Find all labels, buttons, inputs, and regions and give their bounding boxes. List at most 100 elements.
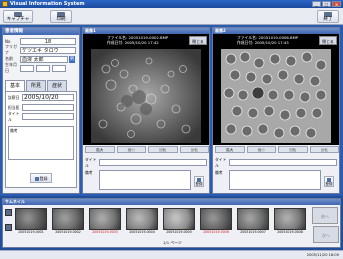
folder-icon[interactable] [5,209,12,216]
exit-button[interactable]: 終了 [317,10,339,23]
image1-flip-button[interactable]: 反転 [179,146,209,153]
notes-label: 備考 [10,128,18,133]
image2-register-button[interactable]: 登録 [324,176,334,187]
gender-badge[interactable]: 男 [69,55,75,63]
patient-panel-title: 患者情報 [3,28,79,35]
maximize-button[interactable]: □ [322,1,331,7]
thumbnail-image [237,208,269,230]
thumbnail-item[interactable]: 20051019-0004 [126,208,158,235]
image2-flip-button[interactable]: 反転 [309,146,339,153]
thumbnail-image [15,208,47,230]
print-button[interactable]: 印刷 [50,10,72,23]
thumbnail-item[interactable]: 20051019-0002 [52,208,84,235]
image2-title-field[interactable] [229,159,337,166]
thumbnail-image [274,208,306,230]
status-bar: 2005/11/20 18:00 [0,250,343,259]
image1-created: 2005/10/20 17:42 [124,40,159,45]
image2-notes-label: 備考 [215,170,223,175]
thumbnail-image [89,208,121,230]
image1-notes-field[interactable] [99,170,191,190]
dob-label: 生年月日 [5,62,17,73]
tab-symptoms[interactable]: 症状 [47,80,67,91]
app-icon [2,1,8,7]
tab-body: 診察日 2005/10/20 担当医 タイトル 備考 登録 [5,91,77,188]
thumbnail-list: 20051019-0001 20051019-0002 20051019-0003 2… [15,208,306,235]
thumbnail-image [163,208,195,230]
image1-controls: 拡大 縮小 回転 反転 [83,146,209,154]
image2-close-button[interactable]: 閉じる [319,36,337,45]
thumbnail-image [52,208,84,230]
micrograph-image-2 [221,49,331,143]
visit-date-label: 診察日 [8,94,20,100]
thumbnail-item[interactable]: 20051019-0003 [89,208,121,235]
thumbnail-image [126,208,158,230]
image2-title-label: タイトル [215,156,227,168]
image1-title-field[interactable] [99,159,207,166]
thumbnail-panel-title: サムネイル [3,199,340,205]
thumbnail-caption: 20051019-0004 [129,230,155,234]
dob-year-field[interactable] [20,64,34,72]
thumbnail-caption: 20051019-0003 [92,230,118,234]
close-button[interactable]: × [332,1,341,7]
thumbnail-item[interactable]: 20051019-0001 [15,208,47,235]
image2-controls: 拡大 縮小 回転 反転 [213,146,339,154]
trash-icon[interactable] [5,224,12,231]
image1-zoom-in-button[interactable]: 拡大 [85,146,115,153]
image1-rotate-button[interactable]: 回転 [148,146,178,153]
capture-button[interactable]: キャプチャ [3,10,33,23]
image1-register-button[interactable]: 登録 [194,176,204,187]
thumbnail-item[interactable]: 20051019-0008 [274,208,306,235]
thumbnail-caption: 20051019-0007 [240,230,266,234]
thumbnail-caption: 20051019-0008 [277,230,303,234]
image2-created: 2005/10/20 17:43 [254,40,289,45]
prev-page-button[interactable]: 前へ [312,207,338,224]
patient-panel: 患者情報 No 18 フリガナ ケツエキ タロウ 名前 血液 太郎 男 生年月日… [2,27,80,194]
image2-viewer[interactable] [213,47,339,145]
tab-basic[interactable]: 基本 [5,80,25,91]
image1-zoom-out-button[interactable]: 縮小 [116,146,146,153]
visit-date-field[interactable]: 2005/10/20 [22,94,74,101]
thumbnail-caption: 20051019-0002 [55,230,81,234]
thumbnail-item[interactable]: 20051019-0005 [163,208,195,235]
image1-meta: ファイル名: 20051019-0002.BMP 作成日付: 2005/10/2… [83,34,209,47]
thumbnail-item[interactable]: 20051019-0006 [200,208,232,235]
image2-rotate-button[interactable]: 回転 [278,146,308,153]
image1-viewer[interactable] [83,47,209,145]
micrograph-image-1 [91,49,201,143]
image2-notes-field[interactable] [229,170,321,190]
thumbnail-image [200,208,232,230]
no-label: No [5,38,11,44]
dob-month-field[interactable] [36,64,50,72]
image2-zoom-in-button[interactable]: 拡大 [215,146,245,153]
thumbnail-panel: サムネイル 20051019-0001 20051019-0002 20051019… [2,198,341,248]
next-page-button[interactable]: 次へ [313,226,339,243]
patient-no-field[interactable]: 18 [20,37,76,45]
tab-findings[interactable]: 所見 [26,80,46,91]
patient-register-button[interactable]: 登録 [30,173,52,183]
image2-zoom-out-button[interactable]: 縮小 [246,146,276,153]
minimize-button[interactable]: _ [312,1,321,7]
main-area: 患者情報 No 18 フリガナ ケツエキ タロウ 名前 血液 太郎 男 生年月日… [0,25,343,196]
window-title: Visual Information System [10,1,85,7]
image2-meta: ファイル名: 20051019-0006.BMP 作成日付: 2005/10/2… [213,34,339,47]
title-label: タイトル [8,110,20,122]
toolbar: キャプチャ 印刷 終了 [0,8,343,25]
name-field[interactable]: 血液 太郎 [20,55,68,63]
thumbnail-item[interactable]: 20051019-0007 [237,208,269,235]
notes-field[interactable]: 備考 [8,126,74,160]
image-panel-1: 画像1 ファイル名: 20051019-0002.BMP 作成日付: 2005/… [82,27,210,194]
title-field[interactable] [22,113,74,120]
page-indicator: 1/1 ページ [163,240,182,245]
furigana-field[interactable]: ケツエキ タロウ [20,46,76,54]
image-panel-2: 画像2 ファイル名: 20051019-0006.BMP 作成日付: 2005/… [212,27,340,194]
image1-close-button[interactable]: 閉じる [189,36,207,45]
title-bar: Visual Information System _ □ × [0,0,343,8]
thumbnail-caption: 20051019-0005 [166,230,192,234]
physician-field[interactable] [22,104,74,111]
thumbnail-caption: 20051019-0001 [18,230,44,234]
register-icon [34,177,39,181]
status-datetime: 2005/11/20 18:00 [306,253,339,257]
dob-day-field[interactable] [52,64,66,72]
thumbnail-caption: 20051019-0006 [203,230,229,234]
image1-notes-label: 備考 [85,170,93,175]
